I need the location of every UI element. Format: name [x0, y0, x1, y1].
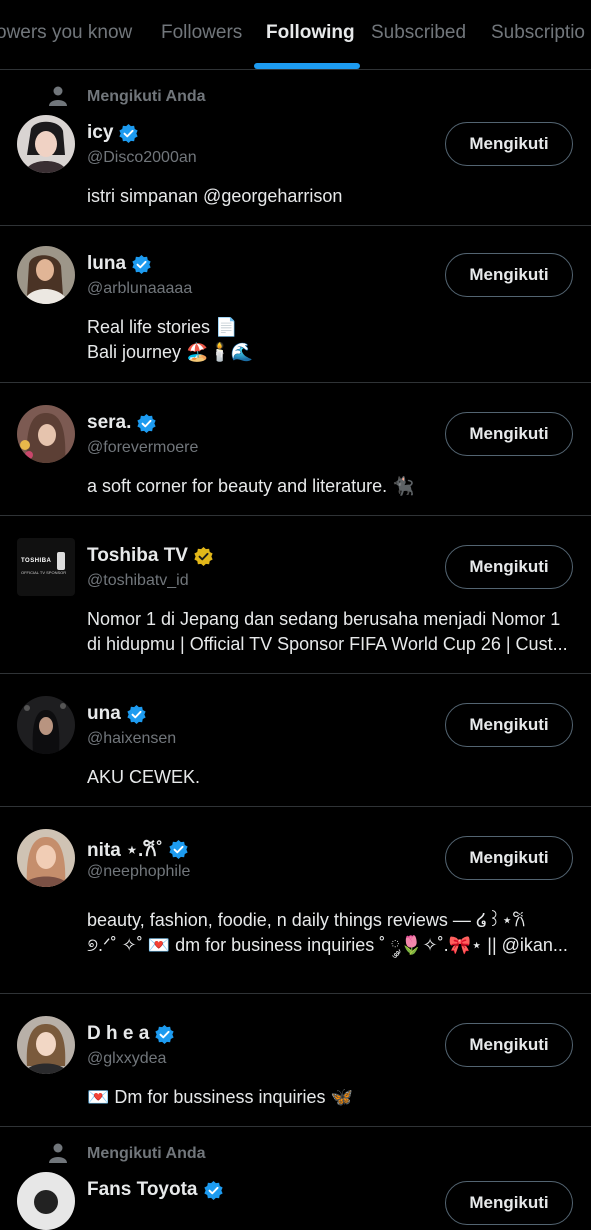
following-button[interactable]: Mengikuti	[445, 1181, 573, 1225]
display-name[interactable]: una	[87, 703, 146, 725]
profile-tabs: owers you know Followers Following Subsc…	[0, 0, 591, 70]
list-item[interactable]: luna @arblunaaaaa Real life stories 📄 Ba…	[0, 226, 591, 383]
person-icon	[49, 86, 67, 106]
bio: 💌 Dm for bussiness inquiries 🦋	[87, 1085, 577, 1110]
following-button[interactable]: Mengikuti	[445, 412, 573, 456]
blue-verified-icon	[127, 704, 146, 724]
tab-followers[interactable]: Followers	[161, 22, 242, 44]
tab-subscribed[interactable]: Subscribed	[371, 22, 466, 44]
avatar[interactable]	[17, 696, 75, 754]
following-button[interactable]: Mengikuti	[445, 1023, 573, 1067]
avatar[interactable]	[17, 246, 75, 304]
bio: a soft corner for beauty and literature.…	[87, 474, 577, 499]
blue-verified-icon	[119, 123, 139, 143]
list-item[interactable]: Mengikuti Anda Fans Toyota Mengikuti	[0, 1127, 591, 1230]
bio-line: 💌 Dm for bussiness inquiries 🦋	[87, 1087, 353, 1107]
bio-line: Bali journey 🏖️🕯️🌊	[87, 342, 254, 362]
bio-line: Nomor 1 di Jepang dan sedang berusaha me…	[87, 609, 561, 629]
follows-you-label: Mengikuti Anda	[87, 1145, 206, 1162]
avatar[interactable]	[17, 1172, 75, 1230]
bio-line: AKU CEWEK.	[87, 767, 201, 787]
blue-verified-icon	[203, 1180, 223, 1200]
bio: AKU CEWEK.	[87, 765, 577, 790]
display-name[interactable]: sera.	[87, 412, 156, 434]
list-item[interactable]: TOSHIBA OFFICIAL TV SPONSOR Toshiba TV @…	[0, 516, 591, 674]
list-item[interactable]: D h e a @glxxydea 💌 Dm for bussiness inq…	[0, 994, 591, 1127]
blue-verified-icon	[137, 413, 156, 433]
avatar[interactable]	[17, 1016, 75, 1074]
bio-line: di hidupmu | Official TV Sponsor FIFA Wo…	[87, 634, 568, 654]
following-button[interactable]: Mengikuti	[445, 836, 573, 880]
following-button[interactable]: Mengikuti	[445, 122, 573, 166]
following-button[interactable]: Mengikuti	[445, 253, 573, 297]
following-button[interactable]: Mengikuti	[445, 545, 573, 589]
following-list: Mengikuti Anda icy @Disco2000an istri si…	[0, 70, 591, 1230]
avatar-subtext: OFFICIAL TV SPONSOR	[21, 570, 67, 575]
blue-verified-icon	[132, 254, 151, 274]
tab-following[interactable]: Following	[266, 22, 355, 44]
blue-verified-icon	[155, 1024, 174, 1044]
list-item[interactable]: nita ⋆.𐙚˚ @neephophile beauty, fashion, …	[0, 807, 591, 994]
avatar[interactable]	[17, 829, 75, 887]
bio: istri simpanan @georgeharrison	[87, 184, 577, 209]
avatar[interactable]: TOSHIBA OFFICIAL TV SPONSOR	[17, 538, 75, 596]
following-button[interactable]: Mengikuti	[445, 703, 573, 747]
display-name[interactable]: Toshiba TV	[87, 545, 213, 567]
display-name[interactable]: D h e a	[87, 1023, 174, 1045]
display-name[interactable]: icy	[87, 122, 139, 144]
person-icon	[49, 1143, 67, 1163]
handle: @toshibatv_id	[87, 572, 189, 589]
display-name[interactable]: nita ⋆.𐙚˚	[87, 836, 188, 862]
handle: @Disco2000an	[87, 149, 197, 166]
handle: @haixensen	[87, 730, 177, 747]
gold-verified-icon	[194, 546, 213, 566]
bio-line: beauty, fashion, foodie, n daily things …	[87, 910, 526, 930]
display-name[interactable]: luna	[87, 253, 151, 275]
bio-line: a soft corner for beauty and literature.…	[87, 476, 415, 496]
tab-subscriptions[interactable]: Subscriptio	[491, 22, 585, 44]
display-name[interactable]: Fans Toyota	[87, 1179, 223, 1201]
active-tab-indicator	[254, 63, 360, 69]
bio-line: Real life stories 📄	[87, 317, 238, 337]
handle: @arblunaaaaa	[87, 280, 193, 297]
bio: Nomor 1 di Jepang dan sedang berusaha me…	[87, 607, 577, 657]
list-item[interactable]: Mengikuti Anda icy @Disco2000an istri si…	[0, 70, 591, 226]
avatar[interactable]	[17, 405, 75, 463]
avatar[interactable]	[17, 115, 75, 173]
list-item[interactable]: una @haixensen AKU CEWEK. Mengikuti	[0, 674, 591, 807]
list-item[interactable]: sera. @forevermoere a soft corner for be…	[0, 383, 591, 516]
handle: @forevermoere	[87, 439, 199, 456]
follows-you-label: Mengikuti Anda	[87, 88, 206, 105]
bio-line: ୭.ᐟ˚ ✧˚ 💌 dm for business inquiries ˚ ༘🌷…	[87, 935, 568, 955]
handle: @neephophile	[87, 863, 191, 880]
tab-followers-you-know[interactable]: owers you know	[0, 22, 132, 44]
avatar-brand-text: TOSHIBA	[21, 558, 52, 564]
bio-line: istri simpanan @georgeharrison	[87, 186, 343, 206]
blue-verified-icon	[169, 839, 188, 859]
bio: Real life stories 📄 Bali journey 🏖️🕯️🌊	[87, 315, 577, 365]
handle: @glxxydea	[87, 1050, 167, 1067]
bio: beauty, fashion, foodie, n daily things …	[87, 908, 577, 958]
